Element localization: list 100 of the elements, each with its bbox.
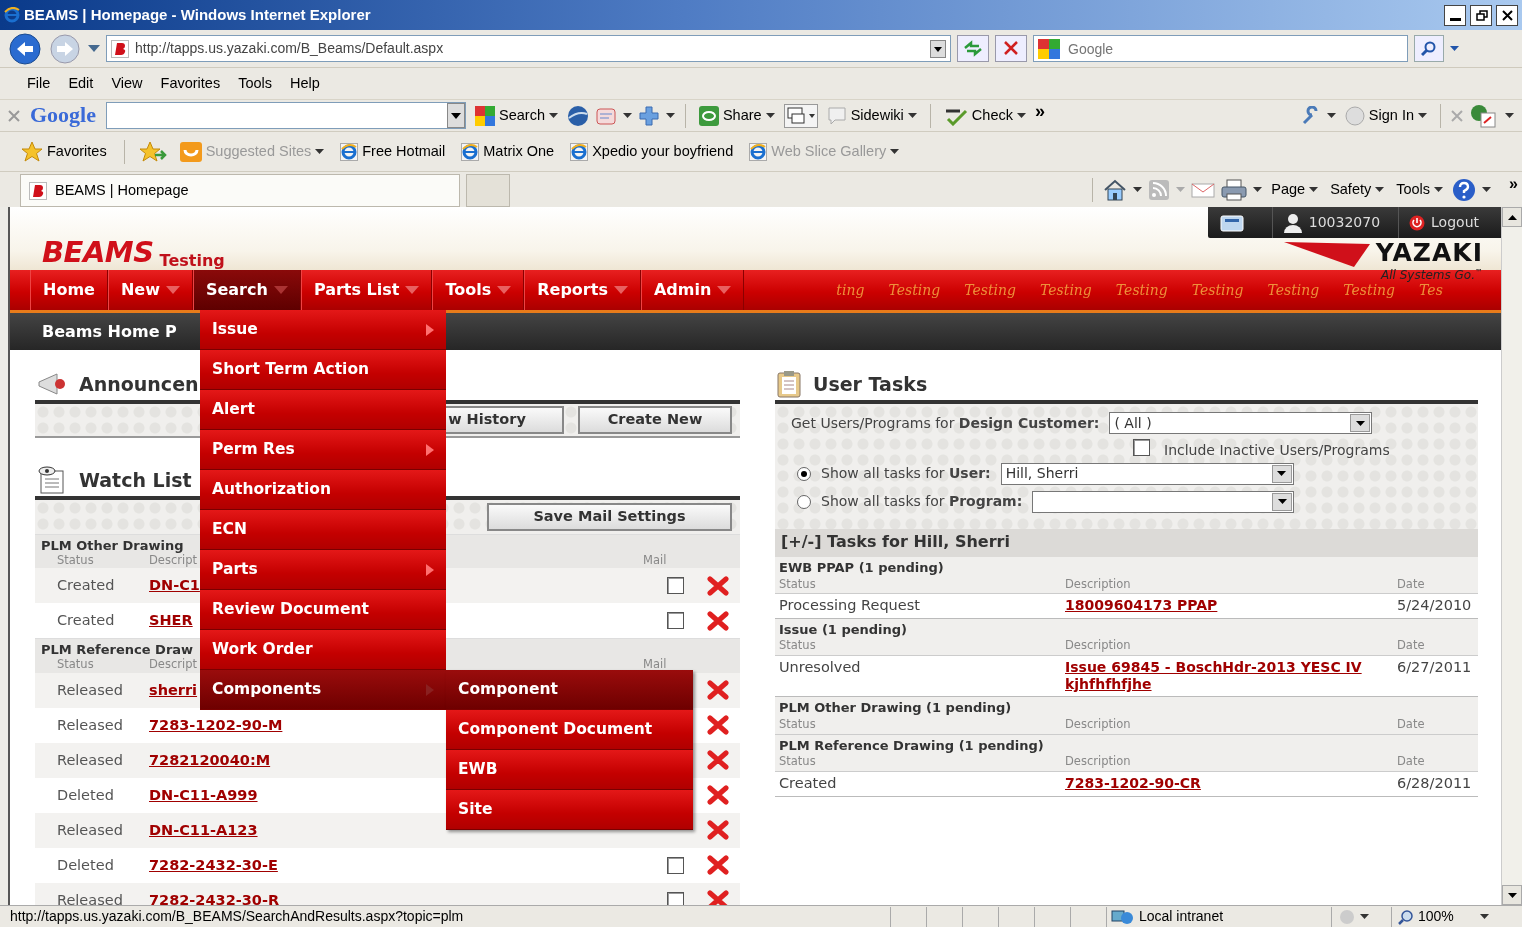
user-id-button[interactable]: 10032070 bbox=[1271, 207, 1391, 238]
mail-checkbox[interactable] bbox=[666, 612, 684, 630]
favorite-link[interactable]: Xpedio your boyfriend bbox=[567, 140, 737, 163]
toolbar-button[interactable]: Check bbox=[940, 103, 1029, 128]
document-link[interactable]: DN-C11-A999 bbox=[149, 786, 258, 803]
mail-checkbox[interactable] bbox=[666, 891, 684, 905]
menu-item[interactable]: Edit bbox=[63, 72, 99, 95]
dropdown-icon[interactable] bbox=[447, 103, 465, 128]
favorite-link[interactable]: Free Hotmail bbox=[337, 140, 449, 163]
monitor-button[interactable] bbox=[783, 103, 818, 128]
delete-icon[interactable] bbox=[706, 785, 729, 806]
toolbar-button[interactable]: Search bbox=[472, 103, 561, 128]
minimize-button[interactable] bbox=[1444, 4, 1466, 26]
delete-icon[interactable] bbox=[706, 575, 729, 596]
menu-item[interactable]: Parts bbox=[200, 550, 446, 590]
toolbar-button[interactable]: Sign In bbox=[1341, 103, 1430, 128]
document-link[interactable]: 7282-2432-30-E bbox=[149, 856, 278, 873]
mail-checkbox[interactable] bbox=[666, 856, 684, 874]
help-button[interactable] bbox=[1452, 177, 1477, 202]
favorites-button[interactable]: Favorites bbox=[18, 138, 110, 165]
submenu-item[interactable]: Component Document bbox=[446, 710, 693, 750]
close-button[interactable] bbox=[1496, 4, 1518, 26]
document-link[interactable]: 7282120040:M bbox=[149, 751, 271, 768]
menu-item[interactable]: Alert bbox=[200, 390, 446, 430]
tasks-header[interactable]: [+/-] Tasks for Hill, Sherri bbox=[775, 529, 1478, 557]
radio-button[interactable] bbox=[797, 466, 811, 481]
favorite-link[interactable]: Matrix One bbox=[458, 140, 558, 163]
menu-item[interactable]: ECN bbox=[200, 510, 446, 550]
delete-icon[interactable] bbox=[706, 680, 729, 701]
nav-tab[interactable]: Search bbox=[192, 270, 301, 310]
menu-item[interactable]: Review Document bbox=[200, 590, 446, 630]
document-link[interactable]: sherri bbox=[149, 681, 198, 698]
search-button[interactable] bbox=[1414, 35, 1444, 62]
menu-item[interactable]: Help bbox=[285, 72, 325, 95]
home-button[interactable] bbox=[1103, 178, 1128, 201]
submenu-item[interactable]: Component bbox=[446, 670, 693, 710]
history-caret-icon[interactable] bbox=[88, 45, 100, 52]
menu-item[interactable]: Short Term Action bbox=[200, 350, 446, 390]
document-link[interactable]: SHER bbox=[149, 612, 193, 629]
document-link[interactable]: DN-C11-A123 bbox=[149, 821, 258, 838]
back-button[interactable] bbox=[8, 31, 42, 66]
section-title: Watch List bbox=[79, 468, 192, 492]
announcement-button[interactable]: Create New bbox=[578, 406, 732, 434]
menu-item[interactable]: Tools bbox=[233, 72, 278, 95]
scrollbar[interactable] bbox=[1501, 207, 1522, 905]
select-field[interactable]: ( All ) bbox=[1109, 412, 1373, 434]
scroll-down-icon[interactable] bbox=[1507, 892, 1517, 898]
stop-button[interactable] bbox=[995, 35, 1027, 62]
task-link[interactable]: 18009604173 PPAP bbox=[1065, 597, 1218, 615]
command-menu[interactable]: Tools bbox=[1393, 178, 1447, 201]
mail-button[interactable] bbox=[1191, 180, 1216, 199]
submenu-item[interactable]: EWB bbox=[446, 750, 693, 790]
task-link[interactable]: 7283-1202-90-CR bbox=[1065, 775, 1201, 792]
magnifier-icon bbox=[1398, 908, 1414, 925]
globe-button[interactable] bbox=[566, 104, 589, 127]
zoom-level[interactable]: 100% bbox=[1391, 906, 1521, 927]
more-chevron[interactable]: » bbox=[1034, 100, 1045, 123]
menu-item[interactable]: Perm Res bbox=[200, 430, 446, 470]
toolbar-button[interactable]: Share bbox=[695, 103, 778, 128]
badge-card-icon[interactable] bbox=[1219, 212, 1244, 233]
more-chevron[interactable]: » bbox=[1509, 173, 1518, 194]
print-button[interactable] bbox=[1221, 178, 1248, 201]
menu-item[interactable]: Issue bbox=[200, 310, 446, 350]
browser-tab[interactable]: BEAMS | Homepage bbox=[20, 174, 460, 207]
document-link[interactable]: DN-C1 bbox=[149, 577, 200, 594]
radio-button[interactable] bbox=[797, 494, 811, 509]
command-menu[interactable]: Page bbox=[1268, 178, 1322, 201]
task-link[interactable]: Issue 69845 - BoschHdr-2013 YESC IV kjhfhfhfjhe bbox=[1065, 659, 1397, 693]
toolbar-button[interactable]: Sidewiki bbox=[823, 103, 920, 128]
delete-icon[interactable] bbox=[706, 750, 729, 771]
delete-icon[interactable] bbox=[706, 715, 729, 736]
menu-item[interactable]: View bbox=[106, 72, 148, 95]
globe-document-icon[interactable] bbox=[1469, 102, 1499, 129]
mail-checkbox[interactable] bbox=[666, 577, 684, 595]
document-link[interactable]: 7283-1202-90-M bbox=[149, 716, 283, 733]
refresh-button[interactable] bbox=[957, 35, 989, 62]
select-field[interactable] bbox=[1032, 490, 1295, 513]
delete-icon[interactable] bbox=[706, 890, 729, 905]
add-favorite-icon[interactable] bbox=[138, 140, 167, 163]
menu-item[interactable]: Favorites bbox=[155, 72, 226, 95]
delete-icon[interactable] bbox=[706, 855, 729, 876]
restore-button[interactable] bbox=[1470, 4, 1492, 26]
menu-item[interactable]: Components bbox=[200, 670, 446, 710]
logout-button[interactable]: Logout bbox=[1398, 207, 1489, 238]
scroll-up-icon[interactable] bbox=[1507, 214, 1517, 220]
save-mail-settings-button[interactable]: Save Mail Settings bbox=[487, 503, 732, 531]
address-field[interactable]: http://tapps.us.yazaki.com/B_Beams/Default.aspx bbox=[106, 35, 951, 62]
select-field[interactable]: Hill, Sherri bbox=[1000, 462, 1294, 485]
dropdown-icon[interactable] bbox=[930, 39, 946, 58]
menu-item[interactable]: Work Order bbox=[200, 630, 446, 670]
search-field[interactable]: Google bbox=[1033, 35, 1408, 62]
delete-icon[interactable] bbox=[706, 820, 729, 841]
menu-item[interactable]: Authorization bbox=[200, 470, 446, 510]
command-menu[interactable]: Safety bbox=[1327, 178, 1388, 201]
menu-item[interactable]: File bbox=[22, 72, 56, 95]
submenu-item[interactable]: Site bbox=[446, 790, 693, 830]
plus-button[interactable] bbox=[637, 104, 660, 127]
google-search-field[interactable] bbox=[106, 102, 466, 129]
document-link[interactable]: 7282-2432-30-R bbox=[149, 891, 280, 905]
delete-icon[interactable] bbox=[706, 610, 729, 631]
